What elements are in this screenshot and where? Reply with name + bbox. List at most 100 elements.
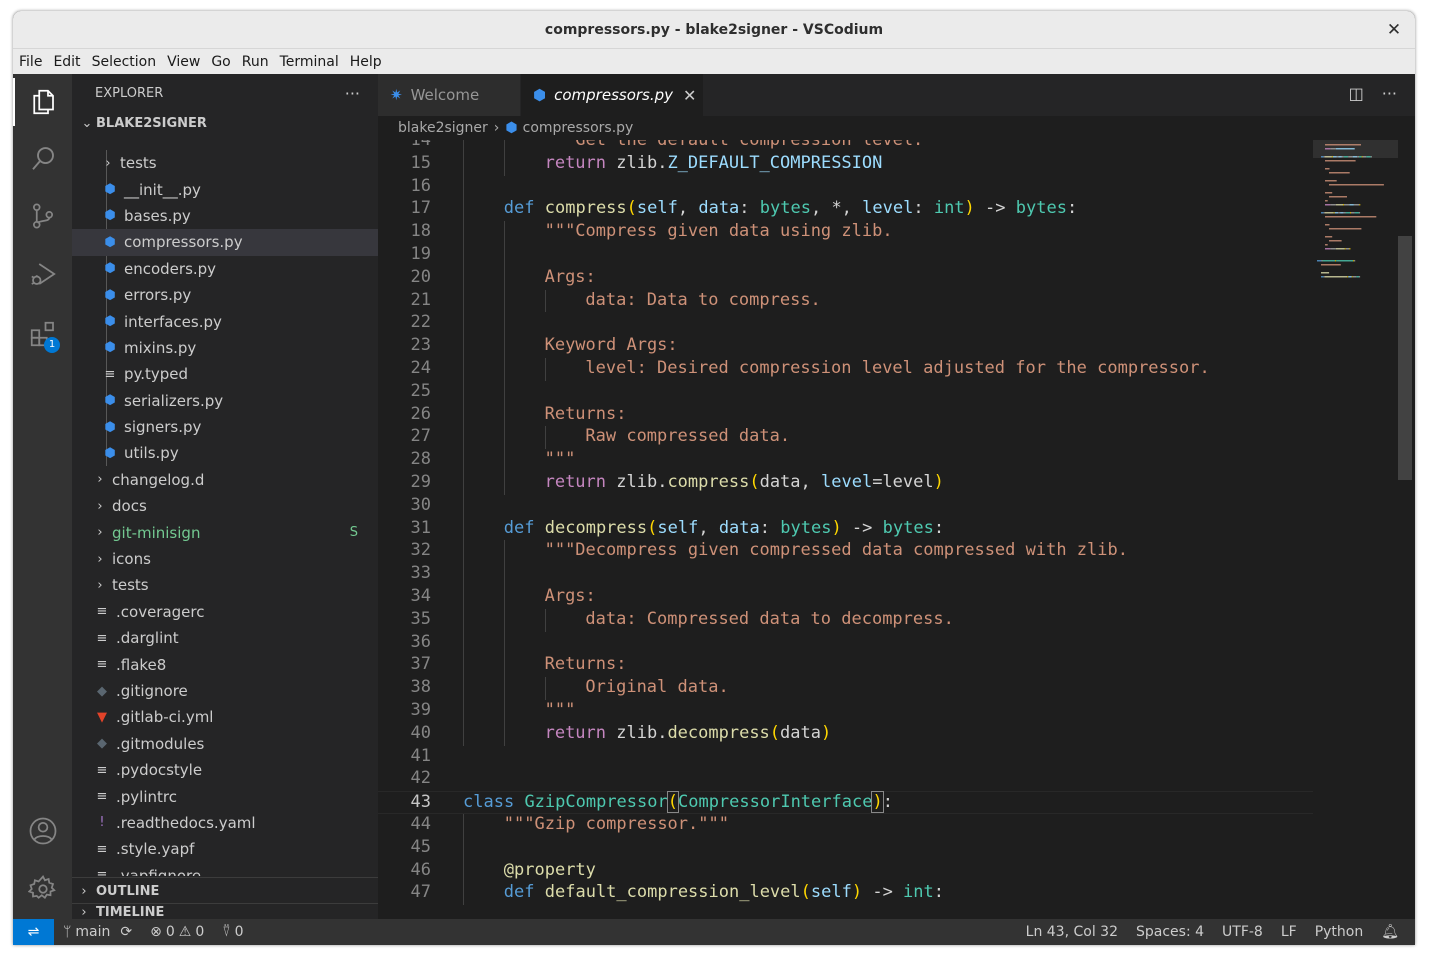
minimap[interactable] [1313, 140, 1398, 919]
tab-compressors[interactable]: ⬢ compressors.py ✕ [521, 74, 704, 116]
minimap-token [1336, 156, 1339, 158]
minimap-token [1343, 156, 1349, 158]
tree-file[interactable]: ⬢ compressors.py [72, 229, 378, 256]
code-line: 26 Returns: [378, 404, 1313, 427]
problems-indicator[interactable]: ⊗ 0 ⚠ 0 [141, 924, 213, 940]
tree-folder[interactable]: › tests [72, 150, 378, 176]
extensions-icon[interactable]: 1 [13, 310, 72, 358]
minimap-token [1354, 212, 1360, 214]
error-count: 0 [165, 924, 175, 940]
timeline-section[interactable]: › TIMELINE [72, 903, 378, 920]
scrollbar-thumb[interactable] [1398, 236, 1412, 480]
code-text: return zlib.Z_DEFAULT_COMPRESSION [545, 153, 883, 173]
search-icon[interactable] [13, 134, 72, 182]
tree-file[interactable]: ⬢ signers.py [72, 414, 378, 440]
indent-guide [503, 540, 505, 746]
tree-file[interactable]: ⬢ utils.py [72, 440, 378, 466]
ports-indicator[interactable]: ⍢ 0 [213, 924, 252, 940]
tree-file[interactable]: ◆ .gitmodules [72, 731, 378, 757]
code-token: Args: [544, 586, 596, 606]
tree-file[interactable]: ◆ .gitignore [72, 678, 378, 704]
end-of-line[interactable]: LF [1272, 924, 1306, 940]
menu-run[interactable]: Run [236, 54, 274, 70]
cursor-position[interactable]: Ln 43, Col 32 [1017, 924, 1127, 940]
tree-folder[interactable]: › tests [72, 572, 378, 598]
tree-file[interactable]: ! .readthedocs.yaml [72, 810, 378, 836]
tree-file[interactable]: ≡ .coveragerc [72, 599, 378, 625]
explorer-icon[interactable] [13, 78, 72, 126]
tree-file[interactable]: ⬢ __init__.py [72, 176, 378, 202]
tree-file[interactable]: ⬢ bases.py [72, 203, 378, 229]
split-editor-icon[interactable]: ◫ [1349, 84, 1364, 103]
tree-file[interactable]: ⬢ mixins.py [72, 335, 378, 361]
tree-file[interactable]: ⬢ encoders.py [72, 256, 378, 282]
tree-file[interactable]: ≡ .pylintrc [72, 783, 378, 809]
outline-section[interactable]: › OUTLINE [72, 877, 378, 904]
tree-file[interactable]: ≡ py.typed [72, 361, 378, 387]
close-icon[interactable]: ✕ [683, 86, 696, 105]
language-mode[interactable]: Python [1306, 924, 1373, 940]
remote-indicator-icon[interactable]: ⇌ [13, 919, 54, 945]
close-icon[interactable]: ✕ [1383, 19, 1405, 41]
chevron-right-icon: › [105, 155, 111, 171]
title-bar: compressors.py - blake2signer - VSCodium… [13, 11, 1415, 49]
code-line: 34 Args: [378, 586, 1313, 609]
tree-file[interactable]: ≡ .style.yapf [72, 836, 378, 862]
minimap-token [1321, 276, 1324, 278]
code-line: 17 def compress(self, data: bytes, *, lev… [378, 198, 1313, 221]
tree-file[interactable]: ≡ .darglint [72, 625, 378, 651]
tree-file[interactable]: ⬢ interfaces.py [72, 308, 378, 334]
tree-file[interactable]: ▼ .gitlab-ci.yml [72, 704, 378, 730]
encoding[interactable]: UTF-8 [1213, 924, 1272, 940]
tab-welcome[interactable]: ✷ Welcome [378, 74, 521, 116]
tab-label: compressors.py [554, 86, 674, 104]
menu-help[interactable]: Help [344, 54, 387, 70]
branch-indicator[interactable]: ᛘ main ⟳ [54, 924, 141, 940]
code-token: GzipCompressor [524, 792, 668, 813]
code-token: , [698, 517, 719, 538]
chevron-right-icon: › [97, 577, 103, 593]
tree-item-label: git-minisign [112, 523, 201, 542]
code-token: ( [666, 791, 680, 814]
menu-selection[interactable]: Selection [86, 54, 162, 70]
bell-icon[interactable]: 🔔︎ [1372, 924, 1415, 940]
python-file-icon: ⬢ [104, 208, 116, 224]
gitlab-icon: ▼ [97, 709, 107, 725]
tree-folder[interactable]: › changelog.d [72, 467, 378, 493]
code-token: ( [749, 472, 760, 492]
line-number: 25 [410, 380, 431, 401]
tree-file[interactable]: ≡ .flake8 [72, 651, 378, 677]
run-debug-icon[interactable] [13, 250, 72, 298]
editor-scrollbar[interactable] [1398, 140, 1412, 919]
code-token: level: Desired compression level adjuste… [585, 358, 1210, 378]
tree-folder[interactable]: › git-minisign S [72, 519, 378, 545]
code-line: 35 data: Compressed data to decompress. [378, 609, 1313, 632]
more-actions-icon[interactable]: ··· [1382, 84, 1397, 103]
settings-gear-icon[interactable] [13, 865, 72, 913]
indentation[interactable]: Spaces: 4 [1127, 924, 1213, 940]
workspace-folder[interactable]: ⌄ BLAKE2SIGNER [72, 112, 378, 134]
breadcrumb-file[interactable]: compressors.py [523, 120, 634, 136]
menu-go[interactable]: Go [205, 54, 235, 70]
menu-view[interactable]: View [161, 54, 205, 70]
line-number: 36 [410, 631, 431, 652]
code-token: zlib. [606, 472, 668, 492]
menu-edit[interactable]: Edit [47, 54, 85, 70]
code-editor[interactable]: 14 """Get the default compression level."… [378, 140, 1313, 919]
line-number: 14 [410, 140, 431, 150]
menu-terminal[interactable]: Terminal [274, 54, 344, 70]
tree-file[interactable]: ⬢ errors.py [72, 282, 378, 308]
tree-folder[interactable]: › icons [72, 546, 378, 572]
sync-icon[interactable]: ⟳ [120, 924, 132, 940]
accounts-icon[interactable] [13, 807, 72, 855]
breadcrumb-folder[interactable]: blake2signer [398, 120, 488, 136]
menu-file[interactable]: File [13, 54, 47, 70]
source-control-icon[interactable] [13, 192, 72, 240]
tree-file[interactable]: ≡ .pydocstyle [72, 757, 378, 783]
more-actions-icon[interactable]: ··· [345, 84, 360, 103]
code-token: bytes [759, 198, 811, 219]
tree-folder[interactable]: › docs [72, 493, 378, 519]
code-token: Original data. [585, 677, 729, 698]
tree-file[interactable]: ≡ .yapfignore [72, 863, 378, 876]
tree-file[interactable]: ⬢ serializers.py [72, 388, 378, 414]
